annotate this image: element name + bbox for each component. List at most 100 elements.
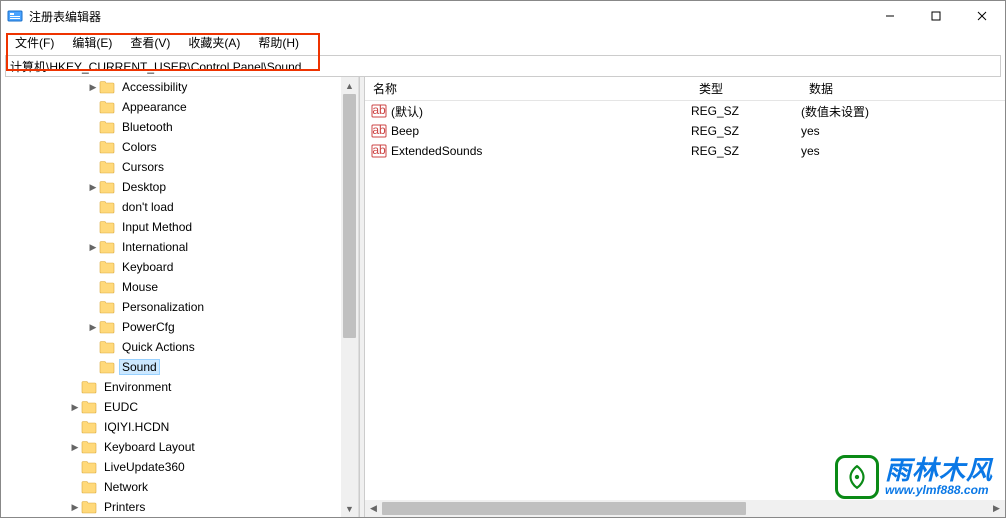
tree-item[interactable]: ▶Input Method: [7, 217, 358, 237]
tree-item-label: Sound: [119, 359, 160, 375]
folder-icon: [81, 400, 97, 414]
value-name-cell: ab(默认): [365, 103, 691, 120]
menu-edit[interactable]: 编辑(E): [64, 32, 120, 53]
tree-item[interactable]: ▶Sound: [7, 357, 358, 377]
folder-icon: [99, 80, 115, 94]
close-button[interactable]: [959, 1, 1005, 31]
tree-item[interactable]: ▶ EUDC: [7, 397, 358, 417]
tree-scrollbar[interactable]: ▲ ▼: [341, 77, 358, 517]
scroll-track[interactable]: [341, 94, 358, 500]
main-split: ▶Accessibility▶Appearance▶Bluetooth▶Colo…: [1, 77, 1005, 517]
tree-item-label: Quick Actions: [119, 339, 198, 355]
tree-item[interactable]: ▶Environment: [7, 377, 358, 397]
tree-item[interactable]: ▶Colors: [7, 137, 358, 157]
scroll-thumb[interactable]: [343, 94, 356, 338]
tree-item[interactable]: ▶IQIYI.HCDN: [7, 417, 358, 437]
value-name: ExtendedSounds: [391, 144, 482, 158]
tree-item-label: Printers: [101, 499, 148, 515]
tree-item-label: Accessibility: [119, 79, 190, 95]
tree-item-label: LiveUpdate360: [101, 459, 188, 475]
tree-item-label: Personalization: [119, 299, 207, 315]
col-name[interactable]: 名称: [365, 80, 691, 97]
tree-expander-icon[interactable]: ▶: [87, 177, 99, 197]
tree-item-label: IQIYI.HCDN: [101, 419, 172, 435]
hscroll-thumb[interactable]: [382, 502, 746, 515]
menu-file[interactable]: 文件(F): [7, 32, 62, 53]
regedit-app-icon: [7, 8, 23, 24]
hscroll-left-button[interactable]: ◀: [365, 500, 382, 517]
tree-item[interactable]: ▶Bluetooth: [7, 117, 358, 137]
details-body[interactable]: ab(默认)REG_SZ(数值未设置)abBeepREG_SZyesabExte…: [365, 101, 1005, 500]
value-name-cell: abExtendedSounds: [365, 143, 691, 159]
folder-icon: [99, 300, 115, 314]
tree-item-label: Cursors: [119, 159, 167, 175]
titlebar: 注册表编辑器: [1, 1, 1005, 31]
hscroll-right-button[interactable]: ▶: [988, 500, 1005, 517]
scroll-down-button[interactable]: ▼: [341, 500, 358, 517]
tree-item[interactable]: ▶PowerCfg: [7, 317, 358, 337]
menu-help[interactable]: 帮助(H): [250, 32, 307, 53]
tree-item[interactable]: ▶Personalization: [7, 297, 358, 317]
tree-item[interactable]: ▶Network: [7, 477, 358, 497]
value-row[interactable]: abBeepREG_SZyes: [365, 121, 1005, 141]
tree-item-label: Network: [101, 479, 151, 495]
folder-icon: [99, 180, 115, 194]
folder-icon: [99, 200, 115, 214]
folder-icon: [99, 140, 115, 154]
tree-item[interactable]: ▶Cursors: [7, 157, 358, 177]
tree-item[interactable]: ▶Mouse: [7, 277, 358, 297]
minimize-button[interactable]: [867, 1, 913, 31]
tree-item-label: Colors: [119, 139, 160, 155]
folder-icon: [81, 440, 97, 454]
value-name: Beep: [391, 124, 419, 138]
tree-item[interactable]: ▶ Keyboard Layout: [7, 437, 358, 457]
value-data: yes: [801, 144, 1005, 158]
folder-icon: [99, 160, 115, 174]
folder-icon: [81, 380, 97, 394]
address-path: 计算机\HKEY_CURRENT_USER\Control Panel\Soun…: [10, 58, 301, 75]
details-header: 名称 类型 数据: [365, 77, 1005, 101]
value-type: REG_SZ: [691, 144, 801, 158]
tree-item-label: Keyboard: [119, 259, 176, 275]
tree-item-label: EUDC: [101, 399, 141, 415]
value-row[interactable]: abExtendedSoundsREG_SZyes: [365, 141, 1005, 161]
details-hscrollbar[interactable]: ◀ ▶: [365, 500, 1005, 517]
folder-icon: [99, 220, 115, 234]
tree-pane[interactable]: ▶Accessibility▶Appearance▶Bluetooth▶Colo…: [7, 77, 359, 517]
tree-expander-icon[interactable]: ▶: [69, 497, 81, 517]
tree-expander-icon[interactable]: ▶: [87, 77, 99, 97]
maximize-button[interactable]: [913, 1, 959, 31]
tree-item-label: Keyboard Layout: [101, 439, 198, 455]
menubar: 文件(F) 编辑(E) 查看(V) 收藏夹(A) 帮助(H): [1, 31, 1005, 53]
tree-item[interactable]: ▶Desktop: [7, 177, 358, 197]
menu-favorites[interactable]: 收藏夹(A): [180, 32, 248, 53]
col-type[interactable]: 类型: [691, 80, 801, 97]
hscroll-track[interactable]: [382, 500, 988, 517]
menu-view[interactable]: 查看(V): [122, 32, 178, 53]
scroll-up-button[interactable]: ▲: [341, 77, 358, 94]
tree-expander-icon[interactable]: ▶: [87, 237, 99, 257]
folder-icon: [99, 360, 115, 374]
string-value-icon: ab: [371, 103, 387, 119]
tree-item[interactable]: ▶International: [7, 237, 358, 257]
tree-item[interactable]: ▶LiveUpdate360: [7, 457, 358, 477]
tree-item[interactable]: ▶ Accessibility: [7, 77, 358, 97]
tree-item[interactable]: ▶Quick Actions: [7, 337, 358, 357]
string-value-icon: ab: [371, 123, 387, 139]
folder-icon: [99, 240, 115, 254]
folder-icon: [81, 480, 97, 494]
address-bar[interactable]: 计算机\HKEY_CURRENT_USER\Control Panel\Soun…: [5, 55, 1001, 77]
tree-expander-icon[interactable]: ▶: [87, 317, 99, 337]
value-data: (数值未设置): [801, 103, 1005, 120]
tree-item[interactable]: ▶ Printers: [7, 497, 358, 517]
value-name-cell: ab Beep: [365, 123, 691, 139]
tree-expander-icon[interactable]: ▶: [69, 437, 81, 457]
tree-expander-icon[interactable]: ▶: [69, 397, 81, 417]
tree-item[interactable]: ▶Keyboard: [7, 257, 358, 277]
tree-item[interactable]: ▶don't load: [7, 197, 358, 217]
window-title: 注册表编辑器: [29, 8, 867, 25]
tree-item-label: Bluetooth: [119, 119, 176, 135]
col-data[interactable]: 数据: [801, 80, 1005, 97]
tree-item[interactable]: ▶Appearance: [7, 97, 358, 117]
value-row[interactable]: ab(默认)REG_SZ(数值未设置): [365, 101, 1005, 121]
